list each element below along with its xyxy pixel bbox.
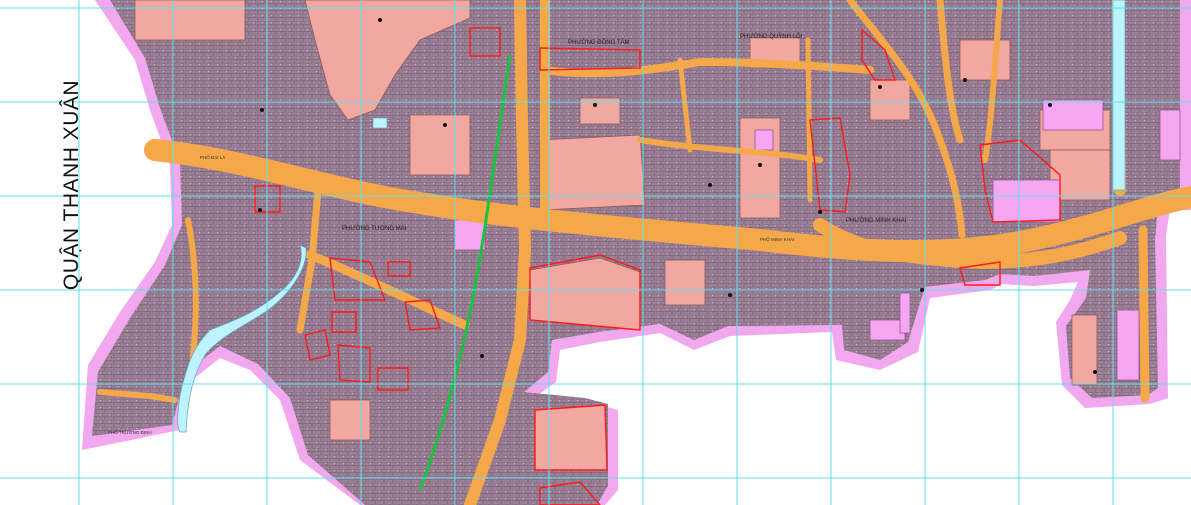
district-label: QUẬN THANH XUÂN bbox=[52, 70, 92, 300]
ward-label-dong-tam: PHƯỜNG ĐỒNG TÂM bbox=[568, 40, 630, 46]
ward-label-tuong-mai: PHƯỜNG TƯƠNG MAI bbox=[342, 226, 407, 232]
river-right bbox=[1112, 0, 1126, 191]
ward-label-minh-khai: PHƯỜNG MINH KHAI bbox=[846, 218, 907, 224]
road-label-minh-khai: PHỐ MINH KHAI bbox=[760, 237, 795, 242]
map-canvas bbox=[0, 0, 1191, 505]
road-right-vertical bbox=[1138, 225, 1150, 403]
road-label-dai-la: PHỐ ĐẠI LA bbox=[200, 155, 226, 160]
planning-map[interactable]: QUẬN THANH XUÂN PHƯỜNG ĐỒNG TÂM PHƯỜNG Q… bbox=[0, 0, 1191, 505]
district-label-text: QUẬN THANH XUÂN bbox=[60, 79, 83, 291]
road-label-truong-dinh: PHỐ TRƯƠNG ĐỊNH bbox=[108, 430, 152, 435]
ward-label-quynh-loi: PHƯỜNG QUỲNH LÔI bbox=[740, 34, 803, 40]
pond bbox=[372, 117, 388, 129]
